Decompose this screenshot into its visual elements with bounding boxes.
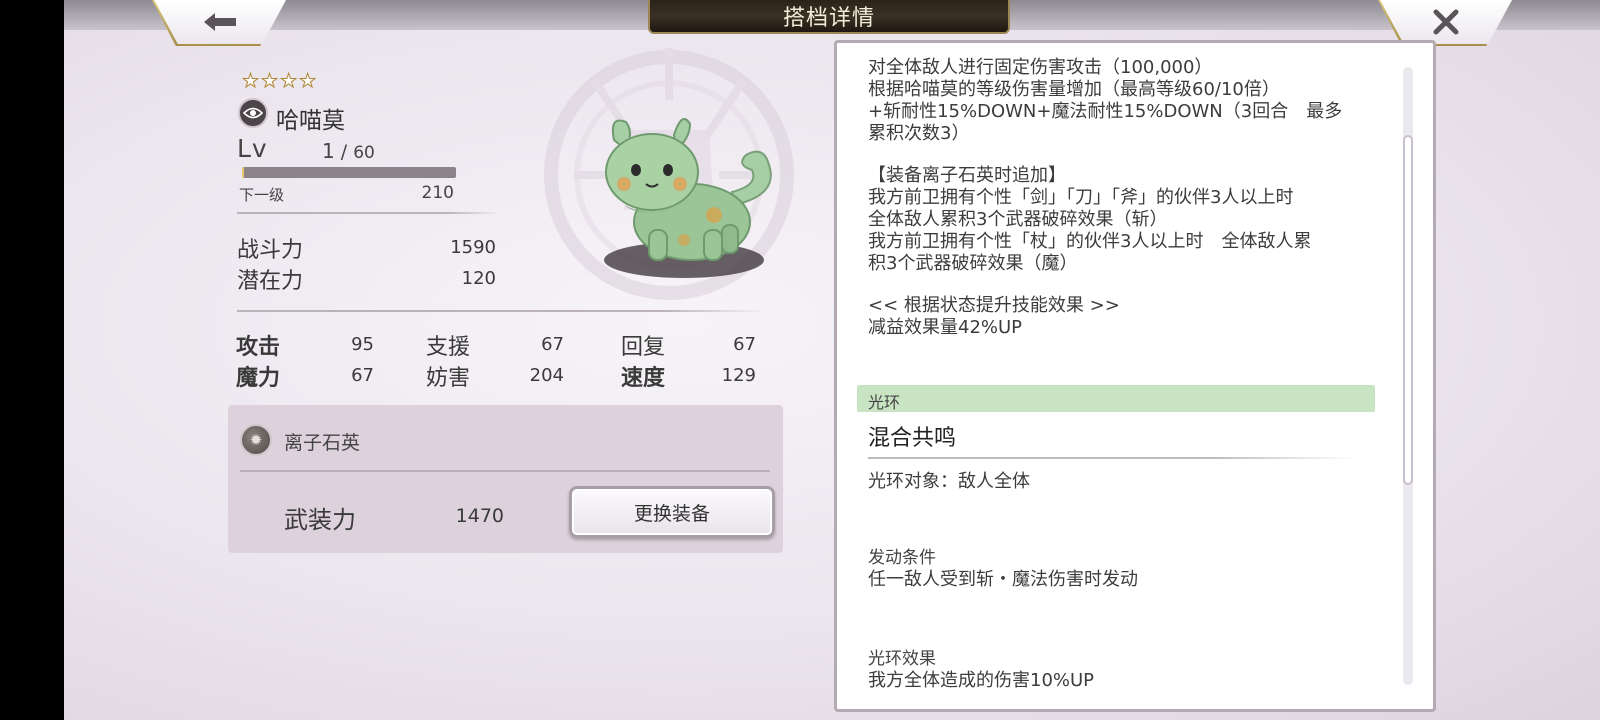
stat-label-speed: 速度: [621, 366, 666, 391]
stat-label-attack: 攻击: [236, 335, 281, 360]
skill-text-line: 我方前卫拥有个性「杖」的伙伴3人以上时 全体敌人累: [868, 231, 1312, 252]
potential-label: 潜在力: [237, 269, 304, 294]
star-icon: ★: [280, 70, 298, 93]
aura-section-header: [857, 385, 1375, 412]
stat-label-recovery: 回复: [621, 335, 666, 360]
eye-attribute-icon: [238, 98, 268, 128]
level-label: Lv: [237, 134, 268, 163]
skill-text-line: 【装备离子石英时追加】: [868, 165, 1066, 186]
skill-text-line: 全体敌人累积3个武器破碎效果（斩）: [868, 209, 1168, 230]
combat-power-label: 战斗力: [237, 238, 304, 263]
stat-label-hinder: 妨害: [426, 366, 471, 391]
divider: [237, 310, 767, 312]
stat-label-support: 支援: [426, 335, 471, 360]
skill-text-line: 根据哈喵莫的等级伤害量增加（最高等级60/10倍）: [868, 79, 1280, 100]
change-equipment-button[interactable]: 更换装备: [569, 486, 775, 538]
level-current: 1: [322, 139, 335, 163]
stat-value-support: 67: [541, 334, 564, 355]
skill-text-line: 累积次数3）: [868, 123, 970, 144]
game-screen: 搭档详情 ★ ★ ★ ★ 哈喵莫 Lv 1 / 60 下一级 210 战斗力 1…: [64, 0, 1600, 720]
character-sprite: [604, 118, 772, 278]
equipment-name: 离子石英: [284, 432, 361, 454]
level-value: 1 / 60: [322, 139, 375, 163]
next-level-exp: 210: [421, 183, 454, 203]
next-level-label: 下一级: [239, 186, 285, 204]
divider: [868, 457, 1356, 459]
scrollbar-thumb[interactable]: [1403, 135, 1413, 485]
star-icon: ★: [241, 70, 260, 93]
star-icon: ★: [261, 70, 279, 93]
armor-power-label: 武装力: [284, 506, 356, 534]
stat-value-speed: 129: [721, 365, 756, 386]
skill-text-line: << 根据状态提升技能效果 >>: [868, 295, 1120, 316]
aura-condition: 任一敌人受到斩・魔法伤害时发动: [868, 569, 1138, 590]
rarity-stars: ★ ★ ★ ★: [241, 70, 317, 93]
skill-text-line: 减益效果量42%UP: [868, 317, 1023, 338]
divider: [237, 212, 499, 214]
skill-detail-scroll-content: 对全体敌人进行固定伤害攻击（100,000） 根据哈喵莫的等级伤害量增加（最高等…: [837, 43, 1397, 709]
star-icon: ★: [299, 70, 317, 93]
skill-text-line: 我方前卫拥有个性「剑」「刀」「斧」的伙伴3人以上时: [868, 187, 1294, 208]
skill-text-line: 对全体敌人进行固定伤害攻击（100,000）: [868, 57, 1213, 78]
aura-effect-label: 光环效果: [868, 649, 936, 669]
stat-label-magic: 魔力: [236, 366, 281, 391]
stat-value-attack: 95: [351, 334, 374, 355]
divider: [240, 470, 770, 472]
page-title-plate: 搭档详情: [648, 0, 1010, 34]
aura-target: 光环对象：敌人全体: [868, 471, 1030, 492]
close-icon: [1433, 9, 1459, 35]
stat-value-hinder: 204: [529, 365, 564, 386]
potential-value: 120: [461, 268, 496, 289]
stat-value-magic: 67: [351, 365, 374, 386]
skill-text-line: +斩耐性15%DOWN+魔法耐性15%DOWN（3回合 最多: [868, 101, 1343, 122]
level-progress-fill: [242, 167, 245, 178]
level-max: 60: [353, 143, 375, 163]
armor-power-value: 1470: [455, 505, 504, 527]
back-arrow-icon: [202, 11, 238, 33]
skill-text-line: 积3个武器破碎效果（魔）: [868, 253, 1078, 274]
stat-value-recovery: 67: [733, 334, 756, 355]
aura-name: 混合共鸣: [868, 426, 957, 451]
combat-power-value: 1590: [450, 237, 496, 258]
aura-condition-label: 发动条件: [868, 548, 936, 568]
character-name: 哈喵莫: [276, 108, 345, 134]
skill-detail-panel[interactable]: 对全体敌人进行固定伤害攻击（100,000） 根据哈喵莫的等级伤害量增加（最高等…: [834, 40, 1436, 712]
gem-equipment-icon: ✹: [240, 424, 272, 456]
page-title: 搭档详情: [782, 6, 875, 31]
aura-section-label: 光环: [868, 393, 901, 412]
aura-effect: 我方全体造成的伤害10%UP: [868, 670, 1095, 691]
level-slash: /: [334, 141, 354, 163]
level-progress-bar: [242, 167, 456, 178]
